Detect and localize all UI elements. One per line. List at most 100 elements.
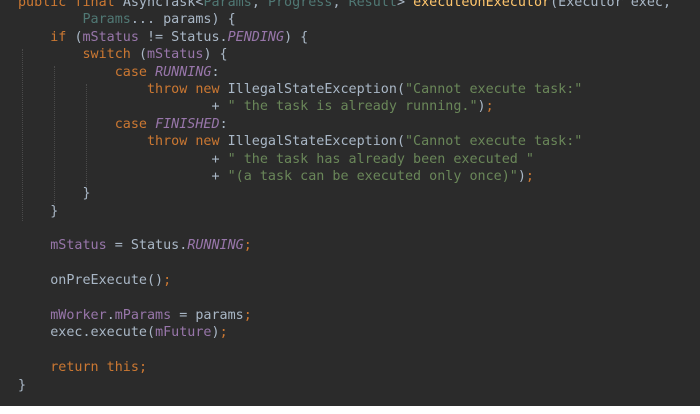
- code-token-keyword: switch: [82, 47, 139, 63]
- code-token-plain: :: [211, 64, 220, 80]
- code-line[interactable]: return this;: [18, 359, 671, 376]
- code-line[interactable]: + " the task has already been executed ": [18, 151, 671, 168]
- code-token-keyword: public: [18, 0, 75, 10]
- code-token-generic: Params: [82, 12, 131, 28]
- code-token-plain: ): [517, 168, 526, 184]
- code-line[interactable]: }: [18, 185, 671, 202]
- code-token-keyword: case: [114, 64, 156, 80]
- code-token-plain: (: [396, 81, 405, 97]
- code-token-string: " the task is already running.": [227, 99, 478, 115]
- code-line[interactable]: + " the task is already running.");: [18, 98, 671, 115]
- code-token-plain: +: [18, 99, 228, 115]
- code-line[interactable]: }: [18, 203, 671, 220]
- code-token-punct: ;: [243, 308, 252, 324]
- code-line[interactable]: Params... params) {: [18, 11, 671, 28]
- code-token-punct: ;: [219, 325, 228, 341]
- code-token-plain: +: [18, 168, 228, 184]
- code-line[interactable]: [18, 290, 671, 307]
- code-line[interactable]: case FINISHED:: [18, 116, 671, 133]
- code-line[interactable]: onPreExecute();: [18, 272, 671, 289]
- code-token-plain: }: [18, 377, 27, 393]
- code-token-plain: +: [18, 151, 228, 167]
- code-line[interactable]: [18, 255, 671, 272]
- code-line[interactable]: [18, 342, 671, 359]
- code-line[interactable]: }: [18, 377, 671, 394]
- code-token-field: mFuture: [155, 325, 212, 341]
- code-token-punct: ;: [485, 99, 494, 115]
- code-token-plain: (Executor exec,: [550, 0, 672, 10]
- code-token-keyword: throw new: [147, 81, 228, 97]
- code-token-plain: ) {: [284, 29, 309, 45]
- code-line[interactable]: if (mStatus != Status.PENDING) {: [18, 29, 671, 46]
- code-token-punct: ;: [525, 168, 534, 184]
- window-bottom-edge: [0, 406, 700, 414]
- code-token-plain: }: [18, 203, 59, 219]
- code-token-plain: ,: [251, 0, 268, 10]
- code-token-string: "Cannot execute task:": [405, 81, 583, 97]
- code-token-plain: .: [106, 308, 115, 324]
- code-token-plain: != Status.: [138, 29, 228, 45]
- code-line[interactable]: mWorker.mParams = params;: [18, 307, 671, 324]
- code-token-type: IllegalStateException: [227, 134, 397, 150]
- code-line[interactable]: + "(a task can be executed only once)");: [18, 168, 671, 185]
- code-token-plain: ): [211, 325, 220, 341]
- code-token-plain: = params: [171, 308, 244, 324]
- code-token-plain: ... params) {: [130, 12, 236, 28]
- code-token-field: mWorker: [50, 308, 107, 324]
- code-token-keyword: case: [114, 116, 156, 132]
- code-token-keyword: return this: [50, 360, 139, 376]
- code-token-const: RUNNING: [155, 64, 212, 80]
- code-token-plain: ): [477, 99, 486, 115]
- code-token-keyword: if: [50, 29, 75, 45]
- code-token-keyword: final: [74, 0, 123, 10]
- code-token-type: IllegalStateException: [227, 81, 397, 97]
- code-token-plain: ,: [332, 0, 349, 10]
- code-token-field: mStatus: [50, 238, 107, 254]
- code-token-string: "(a task can be executed only once)": [227, 168, 518, 184]
- code-token-string: " the task has already been executed ": [227, 151, 534, 167]
- code-token-plain: (: [138, 47, 147, 63]
- code-token-punct: ;: [138, 360, 147, 376]
- code-token-plain: }: [18, 186, 91, 202]
- code-token-field: mStatus: [82, 29, 139, 45]
- code-line[interactable]: mStatus = Status.RUNNING;: [18, 237, 671, 254]
- code-token-generic: Params: [203, 0, 252, 10]
- code-token-generic: Result: [348, 0, 397, 10]
- code-token-method: executeOnExecutor: [413, 0, 551, 10]
- code-line[interactable]: switch (mStatus) {: [18, 46, 671, 63]
- code-block[interactable]: public final AsyncTask<Params, Progress,…: [18, 0, 671, 394]
- code-line[interactable]: throw new IllegalStateException("Cannot …: [18, 81, 671, 98]
- code-token-const: FINISHED: [155, 116, 220, 132]
- code-line[interactable]: throw new IllegalStateException("Cannot …: [18, 133, 671, 150]
- code-token-const: RUNNING: [187, 238, 244, 254]
- code-token-punct: ;: [243, 238, 252, 254]
- code-token-plain: >: [396, 0, 414, 10]
- code-token-field: mParams: [114, 308, 172, 324]
- code-token-field: mStatus: [147, 47, 204, 63]
- code-token-plain: = Status.: [106, 238, 188, 254]
- code-token-keyword: throw new: [147, 134, 228, 150]
- code-line[interactable]: [18, 220, 671, 237]
- code-line[interactable]: public final AsyncTask<Params, Progress,…: [18, 0, 671, 11]
- code-token-plain: exec.execute(: [18, 325, 156, 341]
- code-line[interactable]: exec.execute(mFuture);: [18, 324, 671, 341]
- code-token-type: AsyncTask: [122, 0, 196, 10]
- code-token-string: "Cannot execute task:": [405, 134, 583, 150]
- code-token-plain: ) {: [203, 47, 228, 63]
- code-token-const: PENDING: [227, 29, 285, 45]
- code-token-plain: :: [219, 116, 228, 132]
- code-token-plain: (: [396, 134, 405, 150]
- code-editor[interactable]: public final AsyncTask<Params, Progress,…: [0, 0, 700, 414]
- code-token-generic: Progress: [267, 0, 333, 10]
- code-line[interactable]: case RUNNING:: [18, 64, 671, 81]
